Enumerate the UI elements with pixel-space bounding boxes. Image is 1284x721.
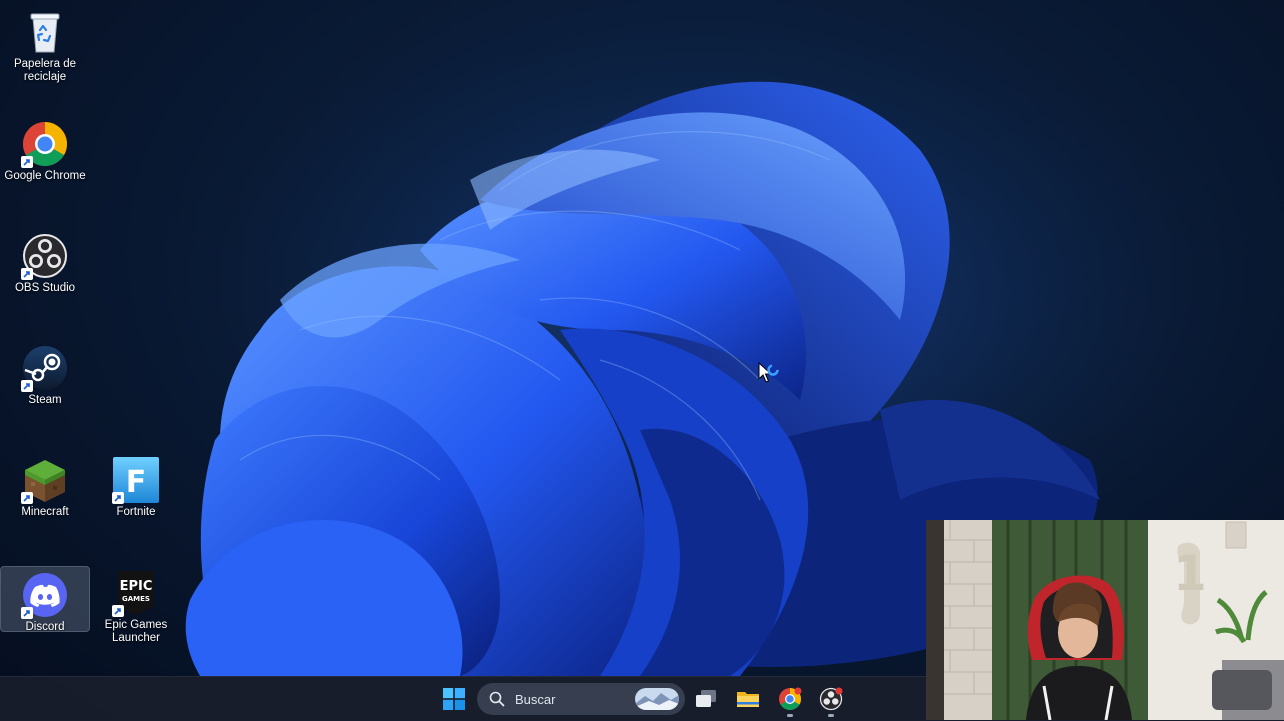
shortcut-arrow-icon <box>21 492 33 504</box>
desktop-icon-google-chrome[interactable]: Google Chrome <box>1 116 89 196</box>
shortcut-arrow-icon <box>21 380 33 392</box>
windows-start-icon <box>443 688 465 710</box>
taskbar-search-box[interactable]: Buscar <box>477 683 685 715</box>
shortcut-arrow-icon <box>21 607 33 619</box>
desktop-icon-label: Steam <box>28 394 62 406</box>
epic-logo-line2: GAMES <box>122 595 150 603</box>
obs-icon <box>21 232 69 280</box>
desktop-icon-label: Google Chrome <box>4 170 86 182</box>
desktop-icon-label: Papelera de reciclaje <box>13 58 77 83</box>
folder-icon <box>737 692 759 707</box>
shortcut-arrow-icon <box>21 268 33 280</box>
minecraft-icon <box>21 456 69 504</box>
taskbar-task-view[interactable] <box>690 683 722 715</box>
shortcut-arrow-icon <box>21 156 33 168</box>
desktop-icon-obs-studio[interactable]: OBS Studio <box>1 228 89 308</box>
running-indicator <box>787 714 793 717</box>
running-indicator <box>828 714 834 717</box>
balloon-digit: 1 <box>1173 546 1206 602</box>
desktop-icon-minecraft[interactable]: Minecraft <box>1 452 89 532</box>
steam-icon <box>21 344 69 392</box>
busy-cursor-icon <box>758 362 779 383</box>
webcam-overlay: 1 <box>926 520 1284 720</box>
shortcut-arrow-icon <box>112 492 124 504</box>
discord-icon <box>21 571 69 619</box>
task-view-icon <box>696 690 716 707</box>
start-button[interactable] <box>438 683 470 715</box>
recycle-bin-icon <box>21 8 69 56</box>
fortnite-letter: F <box>126 465 147 500</box>
taskbar-file-explorer[interactable] <box>732 683 764 715</box>
desktop-icon-label: Epic Games Launcher <box>104 619 168 644</box>
desktop-icon-label: OBS Studio <box>14 282 76 294</box>
epic-logo-line1: EPIC <box>120 579 153 594</box>
shortcut-arrow-icon <box>112 605 124 617</box>
desktop-icon-recycle-bin[interactable]: Papelera de reciclaje <box>1 4 89 84</box>
desktop-icon-label: Fortnite <box>116 506 156 518</box>
chrome-icon <box>779 687 802 710</box>
desktop-icon-fortnite[interactable]: F Fortnite <box>92 452 180 532</box>
search-highlight-image <box>635 688 679 710</box>
taskbar-obs[interactable] <box>815 683 847 717</box>
chrome-icon <box>21 120 69 168</box>
desktop-icon-epic-games-launcher[interactable]: EPIC GAMES Epic Games Launcher <box>92 565 180 645</box>
fortnite-icon: F <box>112 456 160 504</box>
epic-games-icon: EPIC GAMES <box>112 569 160 617</box>
desktop-icon-label: Discord <box>25 621 65 633</box>
desktop-icon-discord[interactable]: Discord <box>0 566 90 633</box>
search-icon <box>489 691 505 707</box>
desktop-icon-label: Minecraft <box>21 506 69 518</box>
search-placeholder: Buscar <box>515 691 556 707</box>
taskbar-chrome[interactable] <box>774 683 806 717</box>
desktop-icon-steam[interactable]: Steam <box>1 340 89 420</box>
obs-icon <box>819 687 843 711</box>
